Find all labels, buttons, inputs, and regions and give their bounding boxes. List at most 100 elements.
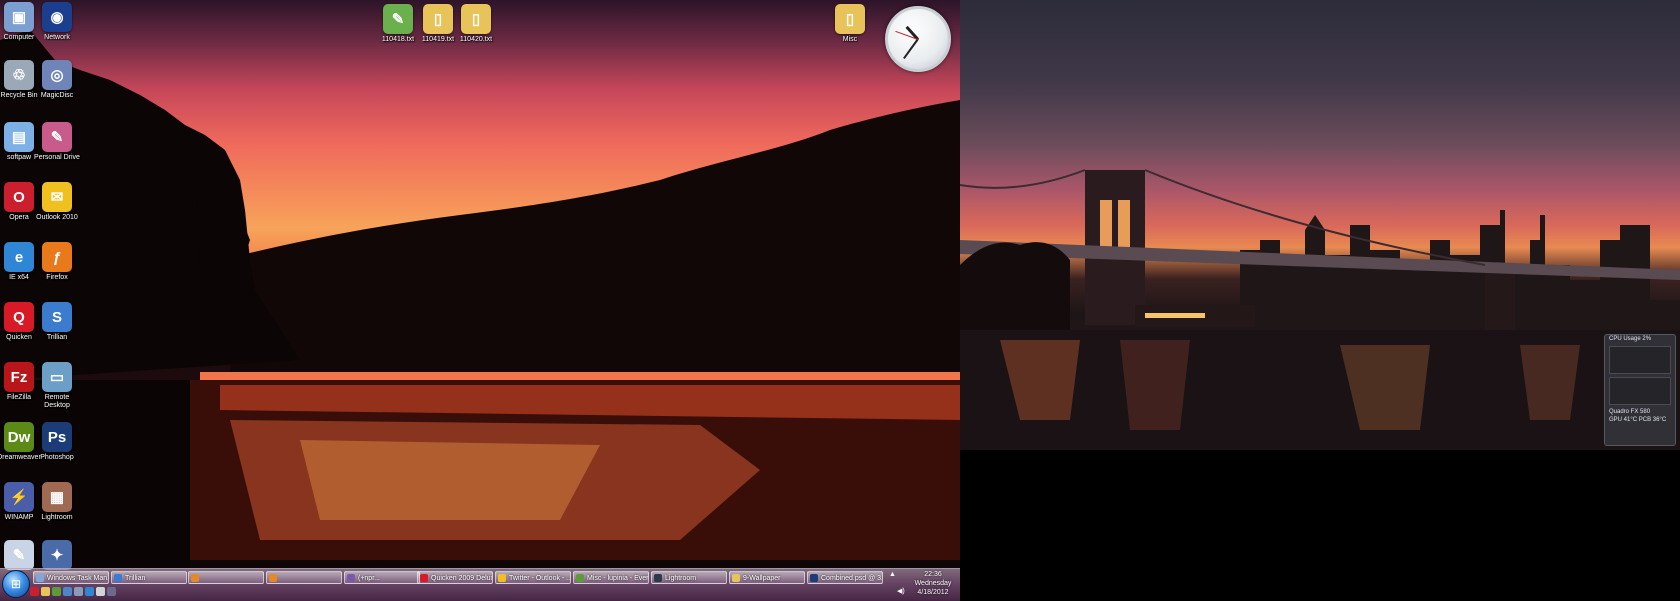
taskbar-button[interactable]: Misc - lupinia - Ever... (573, 571, 649, 584)
iex64-icon: e (4, 242, 34, 272)
quick-launch-icon[interactable] (107, 587, 116, 596)
gpu-temperature: GPU 41°C PCB 36°C (1609, 417, 1667, 423)
winamp-icon: ⚡ (4, 482, 34, 512)
quick-launch-icon[interactable] (96, 587, 105, 596)
tray-date: 4/18/2012 (917, 589, 949, 596)
desktop-icon-label: Firefox (46, 274, 68, 281)
taskbar-button[interactable]: 9-Wallpaper (729, 571, 805, 584)
photoshop-icon: Ps (42, 422, 72, 452)
left-monitor-wallpaper (0, 0, 960, 600)
quick-launch-icon[interactable] (30, 587, 39, 596)
desktop-icon-label: Trillian (46, 334, 68, 341)
taskbar-button-label: (+npr... (358, 575, 380, 582)
cpu-usage-title: CPU Usage (1609, 336, 1641, 342)
top2-file-icon: ▯ (423, 4, 453, 34)
desktop-icon-label: Photoshop (40, 454, 74, 461)
quick-launch-icon[interactable] (41, 587, 50, 596)
taskbar-app-icon (810, 574, 818, 582)
taskbar-button-label: Combined.psd @ 3... (821, 575, 883, 582)
taskbar-app-icon (576, 574, 584, 582)
quick-launch-icon[interactable] (63, 587, 72, 596)
opera-icon: O (4, 182, 34, 212)
desktop-icon-magicdisc[interactable]: ◎ MagicDisc (31, 60, 83, 100)
desktop-icon-photoshop[interactable]: Ps Photoshop (31, 422, 83, 462)
desktop-icon-firefox[interactable]: ƒ Firefox (31, 242, 83, 282)
taskbar-button-label: Trillian (125, 575, 146, 582)
taskbar-app-icon (732, 574, 740, 582)
lightroom-icon: ▦ (42, 482, 72, 512)
taskbar-button[interactable] (266, 571, 342, 584)
windows-logo-icon: ⊞ (10, 577, 22, 591)
desktop-icon-misc[interactable]: ▯ Misc (824, 4, 876, 44)
quick-launch-icon[interactable] (52, 587, 61, 596)
bridge-skyline-wallpaper (960, 169, 1680, 450)
top3-file-icon: ▯ (461, 4, 491, 34)
tray-clock[interactable]: 22:36 Wednesday 4/18/2012 (906, 570, 960, 597)
outlook-icon: ✉ (42, 182, 72, 212)
personaldrive-icon: ✎ (42, 122, 72, 152)
taskbar-button[interactable]: Quicken 2009 Delux... (417, 571, 493, 584)
softpaw-icon: ▤ (4, 122, 34, 152)
clock-minute-hand (903, 38, 919, 60)
taskbar: ⊞ Windows Task Man... Trillian (+npr... Qui… (0, 568, 960, 601)
tray-day: Wednesday (914, 580, 952, 587)
cpu-usage-graph (1609, 346, 1671, 374)
desktop-icon-network[interactable]: ◉ Network (31, 2, 83, 42)
desktop-icon-trillian[interactable]: S Trillian (31, 302, 83, 342)
desktop-icon-lightroom[interactable]: ▦ Lightroom (31, 482, 83, 522)
show-hidden-icons-chevron-icon[interactable]: ▲ (889, 571, 896, 578)
taskbar-button[interactable]: Trillian (111, 571, 187, 584)
desktop-icon-label: Misc (842, 36, 858, 43)
misc-file-icon: ▯ (835, 4, 865, 34)
desktop-icon-outlook[interactable]: ✉ Outlook 2010 (31, 182, 83, 222)
taskbar-button-label: Misc - lupinia - Ever... (587, 575, 649, 582)
top1-file-icon: ✎ (383, 4, 413, 34)
taskbar-button-label: Lightroom (665, 575, 697, 582)
taskbar-app-icon (420, 574, 428, 582)
trillian-icon: S (42, 302, 72, 332)
extra2-icon: ✦ (42, 540, 72, 570)
taskbar-button[interactable]: Twitter - Outlook - ... (495, 571, 571, 584)
cpu-gpu-monitor-gadget[interactable]: CPU Usage 2% Quadro FX 580 GPU 41°C PCB … (1604, 334, 1676, 446)
filezilla-icon: Fz (4, 362, 34, 392)
right-monitor-blank-area (960, 450, 1680, 600)
taskbar-app-icon (269, 574, 277, 582)
desktop-icon-label: Outlook 2010 (36, 214, 78, 221)
gpu-title: Quadro FX 580 (1609, 409, 1651, 415)
desktop-icon-label: 110420.txt (459, 36, 493, 43)
right-monitor-wallpaper (960, 0, 1680, 450)
cpu-core-graph (1609, 377, 1671, 405)
quick-launch-icon[interactable] (74, 587, 83, 596)
recycle-icon: ♲ (4, 60, 34, 90)
desktop-icon-label: Network (44, 34, 70, 41)
magicdisc-icon: ◎ (42, 60, 72, 90)
taskbar-button-label: Windows Task Man... (47, 575, 109, 582)
taskbar-button[interactable]: (+npr... (344, 571, 420, 584)
firefox-icon: ƒ (42, 242, 72, 272)
desktop-icon-label: MagicDisc (40, 92, 74, 99)
taskbar-button[interactable]: Combined.psd @ 3... (807, 571, 883, 584)
start-button[interactable]: ⊞ (2, 570, 30, 598)
taskbar-button[interactable] (188, 571, 264, 584)
quick-launch-bar (30, 587, 116, 599)
taskbar-button[interactable]: Windows Task Man... (33, 571, 109, 584)
tray-time: 22:36 (924, 571, 942, 578)
desktop-icon-top3[interactable]: ▯ 110420.txt (450, 4, 502, 44)
volume-icon[interactable]: ◀) (897, 587, 905, 595)
desktop-icon-personaldrive[interactable]: ✎ Personal Drive (31, 122, 83, 162)
taskbar-app-icon (114, 574, 122, 582)
taskbar-app-icon (498, 574, 506, 582)
computer-icon: ▣ (4, 2, 34, 32)
clock-gadget[interactable] (885, 6, 951, 72)
quick-launch-icon[interactable] (85, 587, 94, 596)
taskbar-app-icon (347, 574, 355, 582)
taskbar-button[interactable]: Lightroom (651, 571, 727, 584)
desktop-icon-label: Personal Drive (34, 154, 80, 161)
lake-sunset-wallpaper (0, 30, 960, 570)
taskbar-button-label: 9-Wallpaper (743, 575, 781, 582)
extra1-icon: ✎ (4, 540, 34, 570)
taskbar-app-icon (191, 574, 199, 582)
taskbar-button-label: Quicken 2009 Delux... (431, 575, 493, 582)
desktop-icon-remotedesktop[interactable]: ▭ Remote Desktop (31, 362, 83, 410)
system-tray: ▲ ◀) 22:36 Wednesday 4/18/2012 (888, 569, 960, 601)
